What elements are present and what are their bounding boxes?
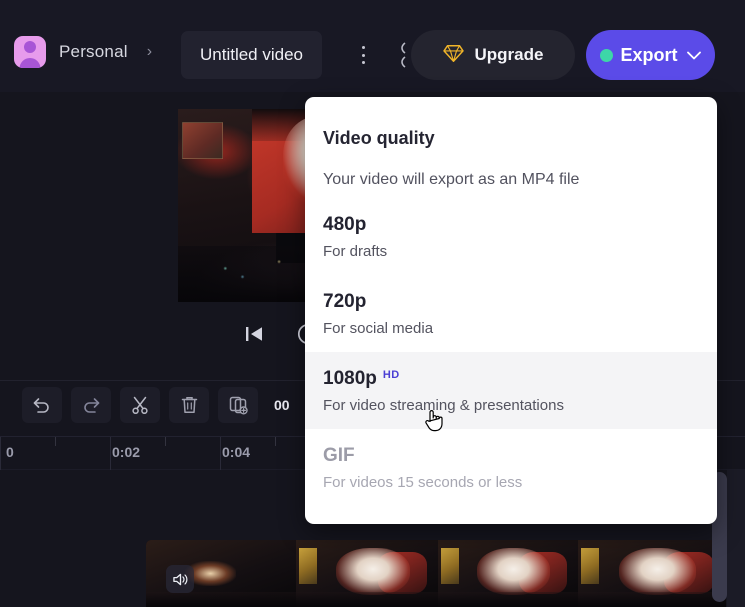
undo-button[interactable]	[22, 386, 62, 423]
ruler-tick	[275, 437, 276, 446]
export-label: Export	[620, 44, 678, 65]
ruler-tick	[220, 437, 221, 471]
clip-thumbnail[interactable]	[296, 540, 438, 607]
option-description: For social media	[323, 320, 434, 337]
thumb-banner	[441, 548, 459, 584]
personal-avatar-icon[interactable]	[14, 36, 46, 68]
option-label: 480p	[323, 214, 367, 235]
split-button[interactable]	[120, 386, 160, 423]
video-track[interactable]	[146, 540, 726, 607]
option-heading: 720p	[323, 292, 699, 311]
dropdown-subtitle: Your video will export as an MP4 file	[323, 171, 580, 188]
project-title-input[interactable]: Untitled video	[181, 31, 323, 79]
preview-poster	[182, 122, 223, 159]
skip-previous-icon[interactable]	[240, 320, 268, 348]
ruler-label: 0:02	[112, 444, 141, 460]
video-editor-app: Personal › Untitled video Upgrade Export…	[0, 0, 745, 607]
thumb-floor	[296, 592, 438, 607]
option-description: For drafts	[323, 243, 388, 260]
quality-option-480p[interactable]: 480p For drafts	[305, 210, 717, 276]
thumb-banner	[581, 548, 599, 584]
option-heading: 1080p HD	[323, 369, 699, 388]
ruler-label: 0:04	[222, 444, 251, 460]
option-description: For video streaming & presentations	[323, 397, 564, 414]
workspace-label[interactable]: Personal	[59, 42, 128, 62]
thumb-performer	[477, 548, 550, 595]
quality-option-gif: GIF For videos 15 seconds or less	[305, 441, 717, 507]
vertical-scrollbar-track[interactable]	[727, 470, 745, 607]
option-label: GIF	[323, 445, 355, 466]
clip-thumbnail[interactable]	[438, 540, 578, 607]
delete-button[interactable]	[169, 386, 209, 423]
quality-option-720p[interactable]: 720p For social media	[305, 287, 717, 353]
upgrade-button[interactable]: Upgrade	[411, 30, 575, 80]
avatar-head	[24, 41, 36, 53]
avatar-body	[19, 58, 41, 68]
duplicate-button[interactable]	[218, 386, 258, 423]
breadcrumb: Personal ›	[14, 36, 154, 68]
dropdown-title: Video quality	[323, 128, 435, 148]
ruler-label: 0	[6, 444, 14, 460]
chevron-down-icon	[686, 48, 701, 63]
upgrade-label: Upgrade	[474, 45, 544, 64]
export-quality-dropdown: Video quality Your video will export as …	[305, 97, 717, 524]
thumb-floor	[438, 592, 578, 607]
thumb-performer	[619, 548, 697, 595]
kebab-dot	[361, 61, 365, 64]
ruler-tick	[165, 437, 166, 446]
hd-badge: HD	[382, 369, 400, 381]
top-bar: Personal › Untitled video Upgrade Export	[0, 0, 745, 92]
clip-thumbnail[interactable]	[578, 540, 726, 607]
thumb-floor	[578, 592, 726, 607]
option-heading: GIF	[323, 446, 699, 465]
export-button[interactable]: Export	[586, 30, 715, 80]
partial-icon[interactable]	[396, 40, 410, 70]
option-description: For videos 15 seconds or less	[323, 474, 523, 491]
ruler-tick	[110, 437, 111, 471]
option-label: 720p	[323, 291, 367, 312]
export-status-dot-icon	[600, 48, 614, 62]
diamond-icon	[442, 44, 464, 66]
chevron-right-icon: ›	[146, 43, 153, 60]
kebab-dot	[361, 53, 365, 57]
option-label: 1080p	[323, 368, 377, 389]
option-heading: 480p	[323, 215, 699, 234]
redo-button[interactable]	[71, 386, 111, 423]
kebab-dot	[361, 46, 365, 49]
timecode-label: 00	[274, 396, 290, 413]
thumb-banner	[299, 548, 317, 584]
speaker-volume-icon[interactable]	[166, 565, 194, 593]
ruler-tick	[55, 437, 56, 446]
quality-option-1080p[interactable]: 1080p HD For video streaming & presentat…	[305, 352, 717, 429]
thumb-floor	[146, 592, 296, 607]
thumb-performer	[335, 548, 410, 595]
ruler-tick	[0, 437, 1, 471]
kebab-menu-icon[interactable]	[354, 44, 372, 66]
